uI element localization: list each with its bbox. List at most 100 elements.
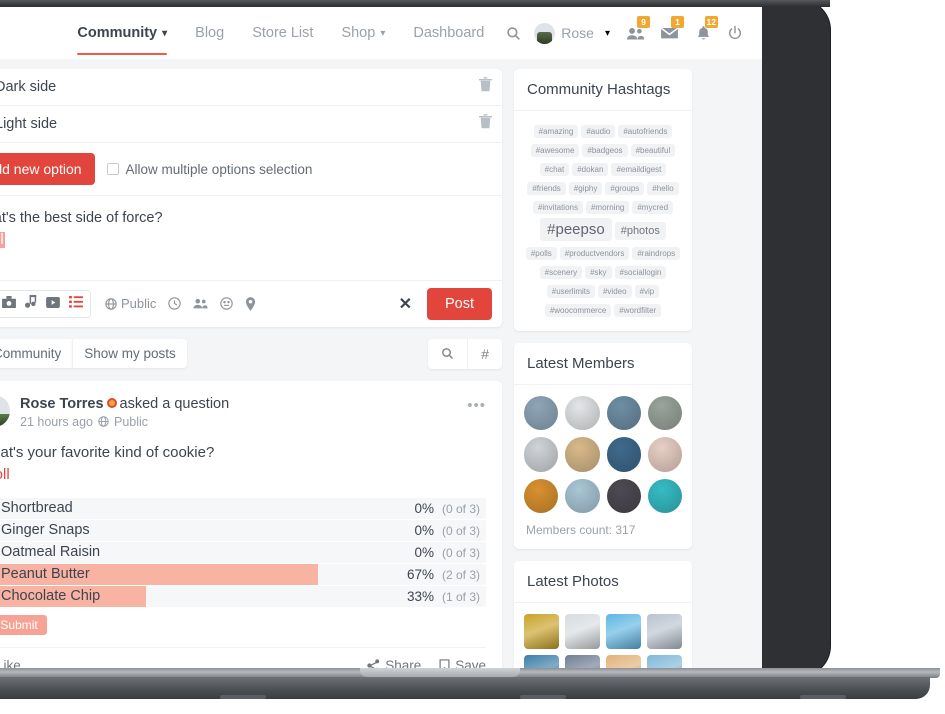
hashtag-tag[interactable]: #amazing bbox=[533, 125, 579, 138]
nav-label-dashboard: Dashboard bbox=[413, 25, 485, 41]
nav-label-community: Community bbox=[77, 25, 158, 41]
member-avatar[interactable] bbox=[647, 478, 682, 513]
group-icon[interactable] bbox=[193, 298, 208, 309]
add-new-option-button[interactable]: Add new option bbox=[0, 153, 95, 185]
hashtag-tag[interactable]: #sky bbox=[585, 266, 612, 279]
post-author-name[interactable]: Rose Torres bbox=[20, 396, 104, 412]
friends-icon[interactable]: 9 bbox=[618, 7, 652, 59]
hashtag-tag[interactable]: #raindrops bbox=[632, 247, 681, 260]
member-avatar[interactable] bbox=[524, 478, 559, 513]
hashtag-tag[interactable]: #chat bbox=[539, 163, 570, 176]
member-avatar[interactable] bbox=[565, 396, 600, 431]
user-menu[interactable]: Rose ▾ bbox=[528, 22, 618, 44]
photo-thumbnail[interactable] bbox=[524, 654, 559, 669]
poll-percent: 0% bbox=[414, 500, 434, 516]
photo-thumbnail[interactable] bbox=[647, 613, 682, 649]
hashtag-tag[interactable]: #peepso bbox=[540, 218, 612, 241]
hashtag-tag[interactable]: #dokan bbox=[572, 163, 609, 176]
nav-item-shop[interactable]: Shop ▾ bbox=[327, 7, 399, 59]
poll-option-row[interactable]: Shortbread 0% (0 of 3) bbox=[0, 497, 486, 519]
camera-icon[interactable] bbox=[2, 295, 16, 313]
hashtag-tag[interactable]: #friends bbox=[527, 182, 566, 195]
member-avatar[interactable] bbox=[524, 437, 559, 472]
member-avatar[interactable] bbox=[606, 437, 641, 472]
hashtag-tag[interactable]: #productvendors bbox=[559, 247, 630, 260]
hashtag-tag[interactable]: #giphy bbox=[568, 182, 603, 195]
poll-option-row[interactable]: Oatmeal Raisin 0% (0 of 3) bbox=[0, 541, 486, 563]
member-avatar[interactable] bbox=[524, 396, 559, 431]
hashtag-tag[interactable]: #video bbox=[597, 285, 632, 298]
hashtag-tag[interactable]: #photos bbox=[614, 222, 666, 240]
poll-option-row: ✥ bbox=[0, 69, 502, 106]
nav-item-blog[interactable]: Blog bbox=[181, 7, 238, 59]
privacy-selector[interactable]: Public bbox=[105, 296, 156, 311]
hashtag-tag[interactable]: #audio bbox=[581, 125, 616, 138]
hashtag-tag[interactable]: #badgeos bbox=[582, 144, 628, 157]
hashtag-tag[interactable]: #awesome bbox=[530, 144, 580, 157]
avatar[interactable] bbox=[0, 394, 10, 427]
hashtag-tag[interactable]: #morning bbox=[585, 201, 630, 214]
hashtag-tag[interactable]: #wordfilter bbox=[614, 304, 662, 317]
post-menu-icon[interactable]: ••• bbox=[467, 397, 486, 414]
delete-icon[interactable] bbox=[479, 77, 492, 97]
allow-multiple-options-checkbox[interactable]: Allow multiple options selection bbox=[106, 162, 312, 177]
hashtag-tag[interactable]: #beautiful bbox=[630, 144, 676, 157]
hashtag-tag[interactable]: #mycred bbox=[632, 201, 674, 214]
poll-option-input-1[interactable] bbox=[0, 79, 470, 95]
poll-option-row[interactable]: Peanut Butter 67% (2 of 3) bbox=[0, 563, 486, 585]
poll-option-input-2[interactable] bbox=[0, 116, 470, 132]
hashtag-tag[interactable]: #woocommerce bbox=[544, 304, 612, 317]
member-avatar[interactable] bbox=[647, 396, 682, 431]
clock-icon[interactable] bbox=[168, 297, 182, 310]
list-icon[interactable] bbox=[69, 295, 83, 313]
photo-thumbnail[interactable] bbox=[565, 613, 600, 649]
poll-submit-button[interactable]: ✓ Submit bbox=[0, 614, 47, 635]
hashtag-tag[interactable]: #vip bbox=[634, 285, 660, 298]
hashtag-tag[interactable]: #sociallogin bbox=[614, 266, 667, 279]
member-avatar[interactable] bbox=[647, 437, 682, 472]
nav-item-community[interactable]: Community ▾ bbox=[63, 7, 181, 59]
poll-option-row[interactable]: Ginger Snaps 0% (0 of 3) bbox=[0, 519, 486, 541]
search-icon[interactable] bbox=[498, 7, 528, 59]
user-name: Rose bbox=[561, 25, 594, 41]
hashtag-tag[interactable]: #scenery bbox=[539, 266, 583, 279]
member-avatar[interactable] bbox=[565, 437, 600, 472]
composer-text-area[interactable]: What's the best side of force? #poll bbox=[0, 196, 502, 280]
hashtag-tag[interactable]: #emaildigest bbox=[611, 163, 667, 176]
member-avatar[interactable] bbox=[606, 478, 641, 513]
filter-tab-show-my-posts[interactable]: Show my posts bbox=[72, 339, 187, 368]
photo-thumbnail[interactable] bbox=[647, 654, 682, 669]
member-avatar[interactable] bbox=[606, 396, 641, 431]
location-icon[interactable] bbox=[245, 296, 256, 311]
nav-item-store-list[interactable]: Store List bbox=[238, 7, 327, 59]
hashtag-icon[interactable]: # bbox=[467, 338, 502, 369]
photo-thumbnail[interactable] bbox=[565, 654, 600, 669]
filter-tab-community[interactable]: Community bbox=[0, 339, 73, 368]
close-icon[interactable]: ✕ bbox=[390, 290, 421, 318]
avatar bbox=[534, 22, 556, 44]
messages-icon[interactable]: 1 bbox=[652, 7, 686, 59]
photo-thumbnail[interactable] bbox=[606, 613, 641, 649]
delete-icon[interactable] bbox=[479, 114, 492, 134]
search-icon[interactable] bbox=[428, 339, 467, 369]
hashtag-tag[interactable]: #hello bbox=[647, 182, 679, 195]
nav-item-dashboard[interactable]: Dashboard bbox=[399, 7, 498, 59]
video-icon[interactable] bbox=[46, 295, 60, 313]
smiley-icon[interactable] bbox=[220, 297, 234, 310]
hashtag-tag[interactable]: #userlimits bbox=[546, 285, 595, 298]
post-button[interactable]: Post bbox=[426, 287, 492, 320]
composer-meta-icons: Public bbox=[105, 296, 256, 311]
power-icon[interactable] bbox=[720, 7, 750, 59]
photo-thumbnail[interactable] bbox=[606, 654, 641, 669]
post-hashtag[interactable]: #poll bbox=[0, 466, 10, 483]
poll-option-row[interactable]: Chocolate Chip 33% (1 of 3) bbox=[0, 585, 486, 607]
photo-thumbnail[interactable] bbox=[524, 613, 559, 649]
member-avatar[interactable] bbox=[565, 478, 600, 513]
poll-option-actions: Add new option Allow multiple options se… bbox=[0, 143, 502, 196]
notifications-icon[interactable]: 12 bbox=[686, 7, 720, 59]
music-icon[interactable] bbox=[25, 294, 37, 313]
hashtag-tag[interactable]: #polls bbox=[525, 247, 557, 260]
hashtag-tag[interactable]: #invitations bbox=[532, 201, 583, 214]
hashtag-tag[interactable]: #groups bbox=[605, 182, 645, 195]
hashtag-tag[interactable]: #autofriends bbox=[618, 125, 673, 138]
